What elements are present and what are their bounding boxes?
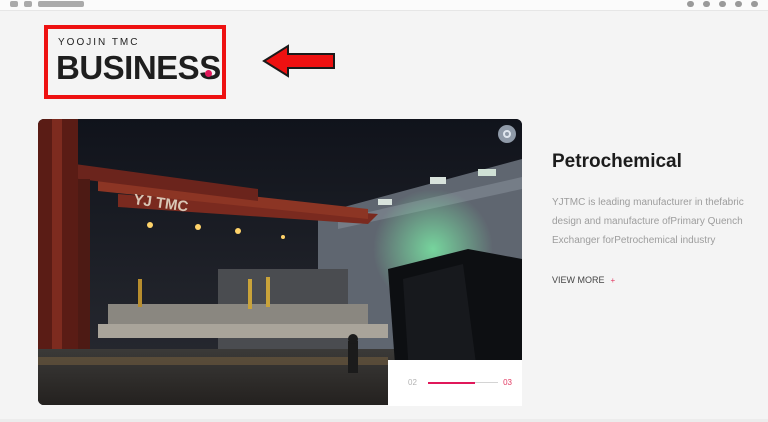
logo-subtitle: YOOJIN TMC xyxy=(58,37,140,48)
photo-action-button[interactable] xyxy=(498,125,516,143)
business-logo-highlight: YOOJIN TMC BUSINESS xyxy=(44,25,226,99)
view-more-label: VIEW MORE xyxy=(552,275,605,285)
page-title: BUSINESS xyxy=(56,49,221,86)
slide-progress-fill xyxy=(428,381,475,384)
current-slide: 02 xyxy=(408,378,417,387)
business-category-title: Petrochemical xyxy=(552,151,682,172)
browser-icons xyxy=(687,0,758,10)
back-icon[interactable] xyxy=(10,1,18,7)
menu-icon[interactable] xyxy=(751,1,758,7)
address-bar[interactable] xyxy=(38,1,84,7)
plus-icon: + xyxy=(610,276,616,285)
share-icon[interactable] xyxy=(719,1,726,7)
circle-icon xyxy=(503,130,511,138)
slide-progress-track[interactable] xyxy=(428,381,498,384)
reload-icon[interactable] xyxy=(24,1,32,7)
star-icon[interactable] xyxy=(703,1,710,7)
total-slides: 03 xyxy=(503,378,512,387)
slide-pagination: 02 03 xyxy=(388,360,522,406)
view-more-link[interactable]: VIEW MORE + xyxy=(552,275,615,285)
title-dot xyxy=(205,70,212,77)
browser-toolbar xyxy=(0,0,768,11)
browser-nav xyxy=(10,1,84,7)
left-arrow-icon xyxy=(262,44,335,78)
business-description: YJTMC is leading manufacturer in thefabr… xyxy=(552,197,744,246)
extension-icon[interactable] xyxy=(687,1,694,7)
profile-icon[interactable] xyxy=(735,1,742,7)
